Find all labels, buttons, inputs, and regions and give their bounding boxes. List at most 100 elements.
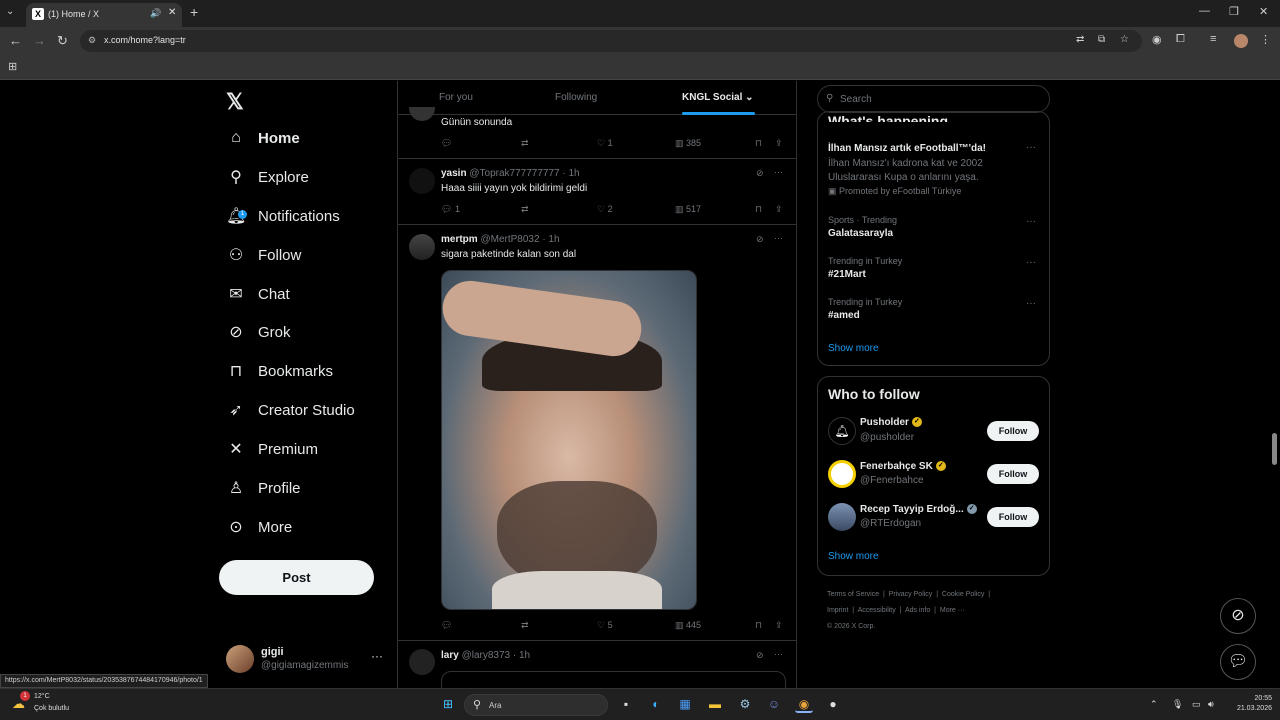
extension-icon[interactable]: ◉ [1152,33,1162,46]
minimize-icon[interactable]: — [1199,5,1210,17]
footer-link[interactable]: Terms of Service [827,591,879,598]
retweet-icon[interactable]: ⇄ [521,204,529,215]
suggestion-name[interactable]: Fenerbahçe SK ✓ [860,461,946,472]
post-button[interactable]: Post [219,560,374,595]
system-clock[interactable]: 20:55 21.03.2026 [1224,694,1272,714]
tab-search-icon[interactable]: ⌄ [6,6,14,17]
like-button[interactable]: ♡ 1 [597,138,613,149]
tweet-author[interactable]: mertpm @MertP8032 · 1h [441,234,560,245]
suggestion-name[interactable]: Recep Tayyip Erdoğ... ✓ [860,504,977,515]
grok-icon[interactable]: ⊘ [756,650,764,661]
more-dots-icon[interactable]: ··· [774,649,783,659]
footer-link[interactable]: Imprint [827,607,848,614]
share-icon[interactable]: ⇪ [775,138,783,149]
apps-grid-icon[interactable]: ⊞ [8,60,17,73]
more-dots-icon[interactable]: ··· [774,167,783,177]
volume-icon[interactable]: 🔊︎ [1208,699,1214,710]
footer-link[interactable]: Cookie Policy [942,591,984,598]
more-dots-icon[interactable]: ··· [1026,257,1036,268]
retweet-icon[interactable]: ⇄ [521,138,529,149]
like-button[interactable]: ♡ 2 [597,204,613,215]
discord-icon[interactable]: ☺ [765,695,783,713]
nav-notifications[interactable]: 🔔︎ 1 Notifications [226,201,340,231]
media-icon[interactable]: ≡ [1210,33,1216,45]
more-dots-icon[interactable]: ··· [1026,298,1036,309]
nav-chat[interactable]: ✉ Chat [226,279,289,309]
more-dots-icon[interactable]: ··· [774,233,783,243]
file-explorer-icon[interactable]: ▬ [706,695,724,713]
views-button[interactable]: ▥ 517 [675,204,701,215]
nav-more[interactable]: ⊙ More [226,512,292,542]
translate-icon[interactable]: ⇄ [1076,34,1084,45]
views-button[interactable]: ▥ 385 [675,138,701,149]
close-window-icon[interactable]: ✕ [1259,5,1268,18]
more-dots-icon[interactable]: ··· [1026,142,1036,153]
follow-button[interactable]: Follow [987,507,1039,527]
app-icon[interactable]: ● [824,695,842,713]
tweet-author[interactable]: lary @lary8373 · 1h [441,650,530,661]
nav-explore[interactable]: ⚲ Explore [226,162,309,192]
profile-avatar-icon[interactable] [1234,34,1248,48]
follow-button[interactable]: Follow [987,464,1039,484]
store-icon[interactable]: ▦ [676,695,694,713]
avatar[interactable] [409,234,435,260]
x-logo-icon[interactable]: 𝕏 [226,89,244,115]
footer-link[interactable]: Ads info [905,607,930,614]
retweet-icon[interactable]: ⇄ [521,620,529,631]
bookmark-icon[interactable]: ⊓ [755,204,762,215]
puzzle-icon[interactable]: ⧠ [1176,33,1185,46]
show-more-link[interactable]: Show more [828,343,879,354]
suggestion-name[interactable]: Pusholder ✓ [860,417,922,428]
settings-icon[interactable]: ⚙ [736,695,754,713]
show-more-link[interactable]: Show more [828,551,879,562]
footer-link[interactable]: Accessibility [858,607,896,614]
nav-home[interactable]: ⌂ Home [226,123,300,153]
back-icon[interactable]: ← [9,33,22,48]
nav-creator-studio[interactable]: ➶ Creator Studio [226,395,354,425]
avatar[interactable] [409,168,435,194]
speaker-icon[interactable]: 🔊 [150,8,161,19]
avatar[interactable] [409,649,435,675]
footer-link[interactable]: Privacy Policy [889,591,933,598]
grok-icon[interactable]: ⊘ [756,234,764,245]
browser-tab[interactable]: X (1) Home / X 🔊 ✕ [26,3,182,27]
scrollbar[interactable] [1272,433,1277,465]
grok-icon[interactable]: ⊘ [756,168,764,179]
tweet-media[interactable] [441,671,786,688]
tab-following[interactable]: Following [555,92,597,103]
like-button[interactable]: ♡ 5 [597,620,613,631]
grok-fab-icon[interactable]: ⊘ [1220,598,1256,634]
reply-icon[interactable]: 💬︎ [441,138,452,149]
new-tab-icon[interactable]: + [190,4,198,20]
follow-button[interactable]: Follow [987,421,1039,441]
forward-icon[interactable]: → [33,33,46,48]
account-switcher[interactable]: gigii @gigiamagizemmis ··· [226,643,386,675]
nav-bookmarks[interactable]: ⊓ Bookmarks [226,356,333,386]
reply-icon[interactable]: 💬︎ [441,620,452,631]
maximize-icon[interactable]: ❐ [1229,5,1239,18]
tweet-author[interactable]: yasin @Toprak777777777 · 1h [441,168,580,179]
nav-grok[interactable]: ⊘ Grok [226,317,290,347]
chrome-icon[interactable]: ◉ [795,695,813,713]
nav-profile[interactable]: ♙ Profile [226,473,301,503]
chat-fab-icon[interactable]: 💬︎ [1220,644,1256,680]
microphone-icon[interactable]: 🎙︎ [1172,699,1183,710]
bookmark-icon[interactable]: ⊓ [755,620,762,631]
address-bar[interactable]: ⚙ x.com/home?lang=tr ⇄ ⧉ ☆ [80,30,1142,52]
share-icon[interactable]: ⇪ [775,204,783,215]
site-info-icon[interactable]: ⚙ [88,35,96,46]
nav-premium[interactable]: ✕ Premium [226,434,318,464]
share-icon[interactable]: ⇪ [775,620,783,631]
more-dots-icon[interactable]: ··· [1026,216,1036,227]
install-icon[interactable]: ⧉ [1098,34,1105,45]
tweet-photo[interactable] [441,270,697,610]
nav-follow[interactable]: ⚇ Follow [226,240,302,270]
star-icon[interactable]: ☆ [1120,34,1129,45]
views-button[interactable]: ▥ 445 [675,620,701,631]
tray-chevron-icon[interactable]: ⌃ [1150,699,1158,710]
display-icon[interactable]: ▭ [1192,699,1201,710]
reload-icon[interactable]: ↻ [57,33,68,49]
windows-start-icon[interactable]: ⊞ [439,695,457,713]
bookmark-icon[interactable]: ⊓ [755,138,762,149]
task-view-icon[interactable]: ▪ [617,695,635,713]
